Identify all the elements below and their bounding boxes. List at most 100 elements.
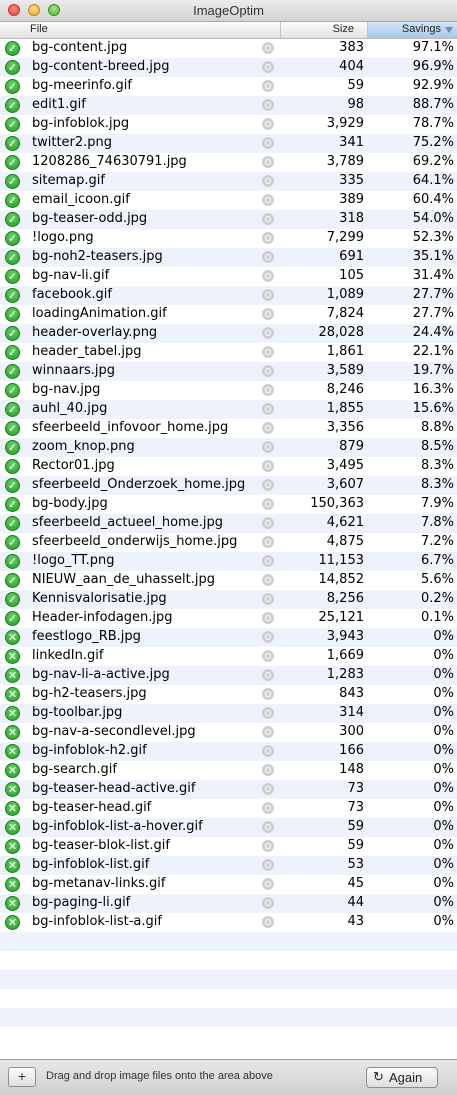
magnifier-icon[interactable] [262, 422, 274, 434]
magnifier-icon[interactable] [262, 80, 274, 92]
add-files-button[interactable]: + [8, 1067, 36, 1087]
magnifier-icon[interactable] [262, 593, 274, 605]
file-row[interactable]: ✓ Header-infodagen.jpg 25,121 0.1% [0, 609, 457, 628]
magnifier-icon[interactable] [262, 479, 274, 491]
magnifier-icon[interactable] [262, 669, 274, 681]
again-button[interactable]: ↻ Again [366, 1067, 438, 1088]
column-header-savings[interactable]: Savings [368, 22, 457, 38]
magnifier-icon[interactable] [262, 346, 274, 358]
file-row[interactable]: ✕ bg-paging-li.gif 44 0% [0, 894, 457, 913]
magnifier-icon[interactable] [262, 137, 274, 149]
file-row[interactable]: ✕ bg-teaser-blok-list.gif 59 0% [0, 837, 457, 856]
magnifier-icon[interactable] [262, 308, 274, 320]
file-row[interactable]: ✓ facebook.gif 1,089 27.7% [0, 286, 457, 305]
magnifier-icon[interactable] [262, 688, 274, 700]
magnifier-icon[interactable] [262, 61, 274, 73]
magnifier-icon[interactable] [262, 745, 274, 757]
file-row[interactable]: ✓ !logo.png 7,299 52.3% [0, 229, 457, 248]
file-row[interactable]: ✕ bg-infoblok-list.gif 53 0% [0, 856, 457, 875]
file-row[interactable]: ✓ header_tabel.jpg 1,861 22.1% [0, 343, 457, 362]
file-row[interactable]: ✕ bg-nav-li-a-active.jpg 1,283 0% [0, 666, 457, 685]
file-row[interactable]: ✓ bg-teaser-odd.jpg 318 54.0% [0, 210, 457, 229]
magnifier-icon[interactable] [262, 821, 274, 833]
file-row[interactable]: ✓ sfeerbeeld_onderwijs_home.jpg 4,875 7.2% [0, 533, 457, 552]
file-row[interactable]: ✕ bg-search.gif 148 0% [0, 761, 457, 780]
magnifier-icon[interactable] [262, 764, 274, 776]
file-row[interactable]: ✕ feestlogo_RB.jpg 3,943 0% [0, 628, 457, 647]
file-row[interactable]: ✓ twitter2.png 341 75.2% [0, 134, 457, 153]
file-row[interactable]: ✓ bg-noh2-teasers.jpg 691 35.1% [0, 248, 457, 267]
file-row[interactable]: ✕ bg-infoblok-list-a.gif 43 0% [0, 913, 457, 932]
magnifier-icon[interactable] [262, 118, 274, 130]
magnifier-icon[interactable] [262, 650, 274, 662]
magnifier-icon[interactable] [262, 289, 274, 301]
file-row[interactable]: ✓ bg-content.jpg 383 97.1% [0, 39, 457, 58]
file-row[interactable]: ✓ bg-nav.jpg 8,246 16.3% [0, 381, 457, 400]
file-row[interactable]: ✓ NIEUW_aan_de_uhasselt.jpg 14,852 5.6% [0, 571, 457, 590]
file-row[interactable]: ✕ bg-h2-teasers.jpg 843 0% [0, 685, 457, 704]
file-row[interactable]: ✓ Rector01.jpg 3,495 8.3% [0, 457, 457, 476]
magnifier-icon[interactable] [262, 726, 274, 738]
file-row[interactable]: ✓ sitemap.gif 335 64.1% [0, 172, 457, 191]
magnifier-icon[interactable] [262, 536, 274, 548]
magnifier-icon[interactable] [262, 99, 274, 111]
file-row[interactable]: ✓ !logo_TT.png 11,153 6.7% [0, 552, 457, 571]
file-row[interactable]: ✓ sfeerbeeld_actueel_home.jpg 4,621 7.8% [0, 514, 457, 533]
file-list[interactable]: ✓ bg-content.jpg 383 97.1% ✓ bg-content-breed… [0, 39, 457, 1059]
column-header-size[interactable]: Size [281, 23, 368, 35]
magnifier-icon[interactable] [262, 327, 274, 339]
file-row[interactable]: ✓ zoom_knop.png 879 8.5% [0, 438, 457, 457]
file-row[interactable]: ✓ bg-meerinfo.gif 59 92.9% [0, 77, 457, 96]
magnifier-icon[interactable] [262, 574, 274, 586]
file-row[interactable]: ✕ bg-metanav-links.gif 45 0% [0, 875, 457, 894]
magnifier-icon[interactable] [262, 897, 274, 909]
magnifier-icon[interactable] [262, 403, 274, 415]
file-row[interactable]: ✓ auhl_40.jpg 1,855 15.6% [0, 400, 457, 419]
file-row[interactable]: ✓ bg-content-breed.jpg 404 96.9% [0, 58, 457, 77]
magnifier-icon[interactable] [262, 365, 274, 377]
magnifier-icon[interactable] [262, 194, 274, 206]
file-row[interactable]: ✓ sfeerbeeld_Onderzoek_home.jpg 3,607 8.3% [0, 476, 457, 495]
magnifier-icon[interactable] [262, 42, 274, 54]
column-header-file[interactable]: File [30, 23, 48, 35]
file-row[interactable]: ✓ sfeerbeeld_infovoor_home.jpg 3,356 8.8% [0, 419, 457, 438]
file-row[interactable]: ✕ bg-teaser-head.gif 73 0% [0, 799, 457, 818]
magnifier-icon[interactable] [262, 270, 274, 282]
magnifier-icon[interactable] [262, 840, 274, 852]
file-row[interactable]: ✓ header-overlay.png 28,028 24.4% [0, 324, 457, 343]
magnifier-icon[interactable] [262, 213, 274, 225]
magnifier-icon[interactable] [262, 232, 274, 244]
file-row[interactable]: ✓ bg-body.jpg 150,363 7.9% [0, 495, 457, 514]
magnifier-icon[interactable] [262, 460, 274, 472]
magnifier-icon[interactable] [262, 555, 274, 567]
file-row[interactable]: ✓ edit1.gif 98 88.7% [0, 96, 457, 115]
magnifier-icon[interactable] [262, 859, 274, 871]
magnifier-icon[interactable] [262, 916, 274, 928]
file-row[interactable]: ✓ Kennisvalorisatie.jpg 8,256 0.2% [0, 590, 457, 609]
file-row[interactable]: ✓ bg-infoblok.jpg 3,929 78.7% [0, 115, 457, 134]
file-row[interactable]: ✕ bg-infoblok-h2.gif 166 0% [0, 742, 457, 761]
magnifier-icon[interactable] [262, 802, 274, 814]
magnifier-icon[interactable] [262, 175, 274, 187]
file-row[interactable]: ✓ 1208286_74630791.jpg 3,789 69.2% [0, 153, 457, 172]
magnifier-icon[interactable] [262, 441, 274, 453]
file-row[interactable]: ✓ email_icoon.gif 389 60.4% [0, 191, 457, 210]
file-row[interactable]: ✕ bg-teaser-head-active.gif 73 0% [0, 780, 457, 799]
magnifier-icon[interactable] [262, 517, 274, 529]
file-row[interactable]: ✕ bg-toolbar.jpg 314 0% [0, 704, 457, 723]
file-row[interactable]: ✓ loadingAnimation.gif 7,824 27.7% [0, 305, 457, 324]
file-row[interactable]: ✕ bg-infoblok-list-a-hover.gif 59 0% [0, 818, 457, 837]
magnifier-icon[interactable] [262, 251, 274, 263]
magnifier-icon[interactable] [262, 384, 274, 396]
file-row[interactable]: ✕ linkedIn.gif 1,669 0% [0, 647, 457, 666]
magnifier-icon[interactable] [262, 612, 274, 624]
magnifier-icon[interactable] [262, 631, 274, 643]
magnifier-icon[interactable] [262, 783, 274, 795]
file-row[interactable]: ✓ winnaars.jpg 3,589 19.7% [0, 362, 457, 381]
magnifier-icon[interactable] [262, 707, 274, 719]
magnifier-icon[interactable] [262, 498, 274, 510]
magnifier-icon[interactable] [262, 156, 274, 168]
file-row[interactable]: ✕ bg-nav-a-secondlevel.jpg 300 0% [0, 723, 457, 742]
file-row[interactable]: ✓ bg-nav-li.gif 105 31.4% [0, 267, 457, 286]
magnifier-icon[interactable] [262, 878, 274, 890]
